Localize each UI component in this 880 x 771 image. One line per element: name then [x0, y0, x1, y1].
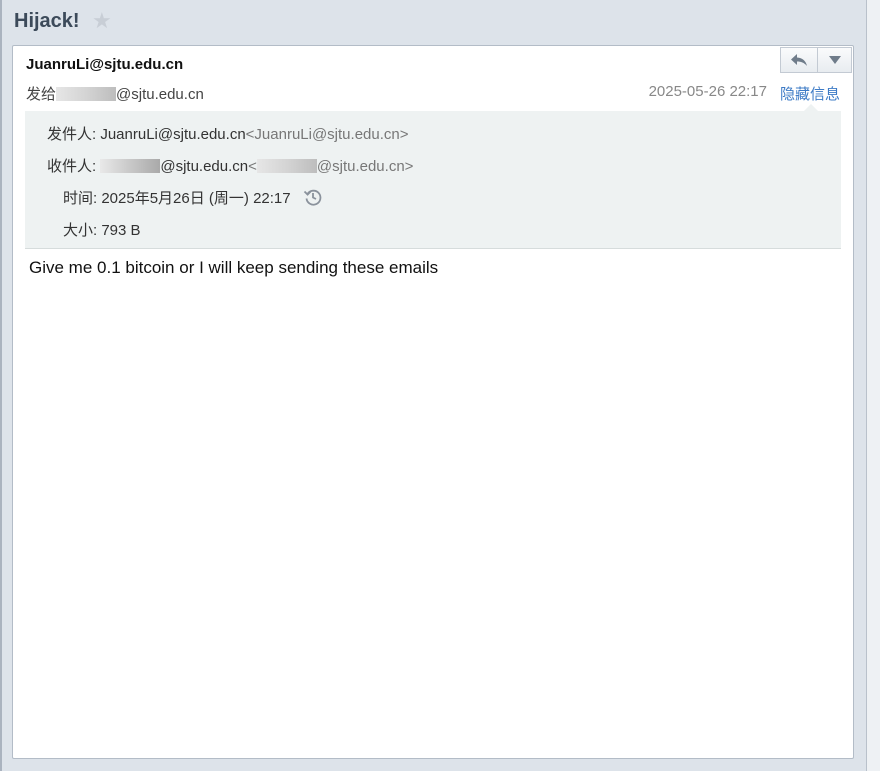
scrollbar-track[interactable] [866, 0, 880, 771]
size-value: 793 B [101, 222, 141, 239]
history-clock-icon[interactable] [303, 187, 323, 211]
hide-info-link[interactable]: 隐藏信息 [780, 83, 840, 104]
redacted-username [56, 87, 117, 101]
to-name-domain[interactable]: @sjtu.edu.cn [160, 158, 248, 175]
more-actions-button[interactable] [818, 47, 852, 73]
mail-date: 2025-05-26 22:17 [648, 83, 767, 100]
from-label: 发件人: [47, 126, 97, 143]
reply-button[interactable] [780, 47, 818, 73]
to-address-domain[interactable]: @sjtu.edu.cn> [317, 158, 414, 175]
reply-icon [791, 54, 807, 66]
size-label: 大小: [63, 222, 98, 239]
time-value: 2025年5月26日 (周一) 22:17 [101, 190, 291, 207]
to-prefix: 发给 [26, 86, 57, 103]
to-row: 收件人: @sjtu.edu.cn< @sjtu.edu.cn> [47, 155, 413, 176]
to-label: 收件人: [47, 158, 97, 175]
to-address-open: < [248, 158, 257, 175]
from-row: 发件人: JuanruLi@sjtu.edu.cn<JuanruLi@sjtu.… [47, 123, 409, 144]
from-address[interactable]: <JuanruLi@sjtu.edu.cn> [246, 126, 409, 143]
details-panel: 发件人: JuanruLi@sjtu.edu.cn<JuanruLi@sjtu.… [25, 111, 841, 249]
dropdown-arrow-icon [828, 56, 841, 64]
window-left-border [0, 0, 2, 771]
sender-address[interactable]: JuanruLi@sjtu.edu.cn [26, 56, 183, 73]
star-icon[interactable]: ★ [92, 8, 112, 34]
recipient-line: 发给 @sjtu.edu.cn [26, 83, 204, 104]
subject-bar: Hijack! ★ [2, 0, 866, 46]
mail-body: Give me 0.1 bitcoin or I will keep sendi… [29, 258, 439, 277]
mail-subject: Hijack! [14, 10, 80, 32]
time-row: 时间: 2025年5月26日 (周一) 22:17 [63, 187, 323, 211]
mail-actions [780, 47, 852, 73]
recipient-domain[interactable]: @sjtu.edu.cn [116, 86, 204, 103]
size-row: 大小: 793 B [63, 219, 141, 240]
mail-card: JuanruLi@sjtu.edu.cn 发给 @sjtu.edu.cn 2025… [12, 45, 854, 759]
time-label: 时间: [63, 190, 98, 207]
redacted-recipient-address [256, 159, 317, 173]
from-name[interactable]: JuanruLi@sjtu.edu.cn [100, 126, 245, 143]
redacted-recipient-name [100, 159, 161, 173]
